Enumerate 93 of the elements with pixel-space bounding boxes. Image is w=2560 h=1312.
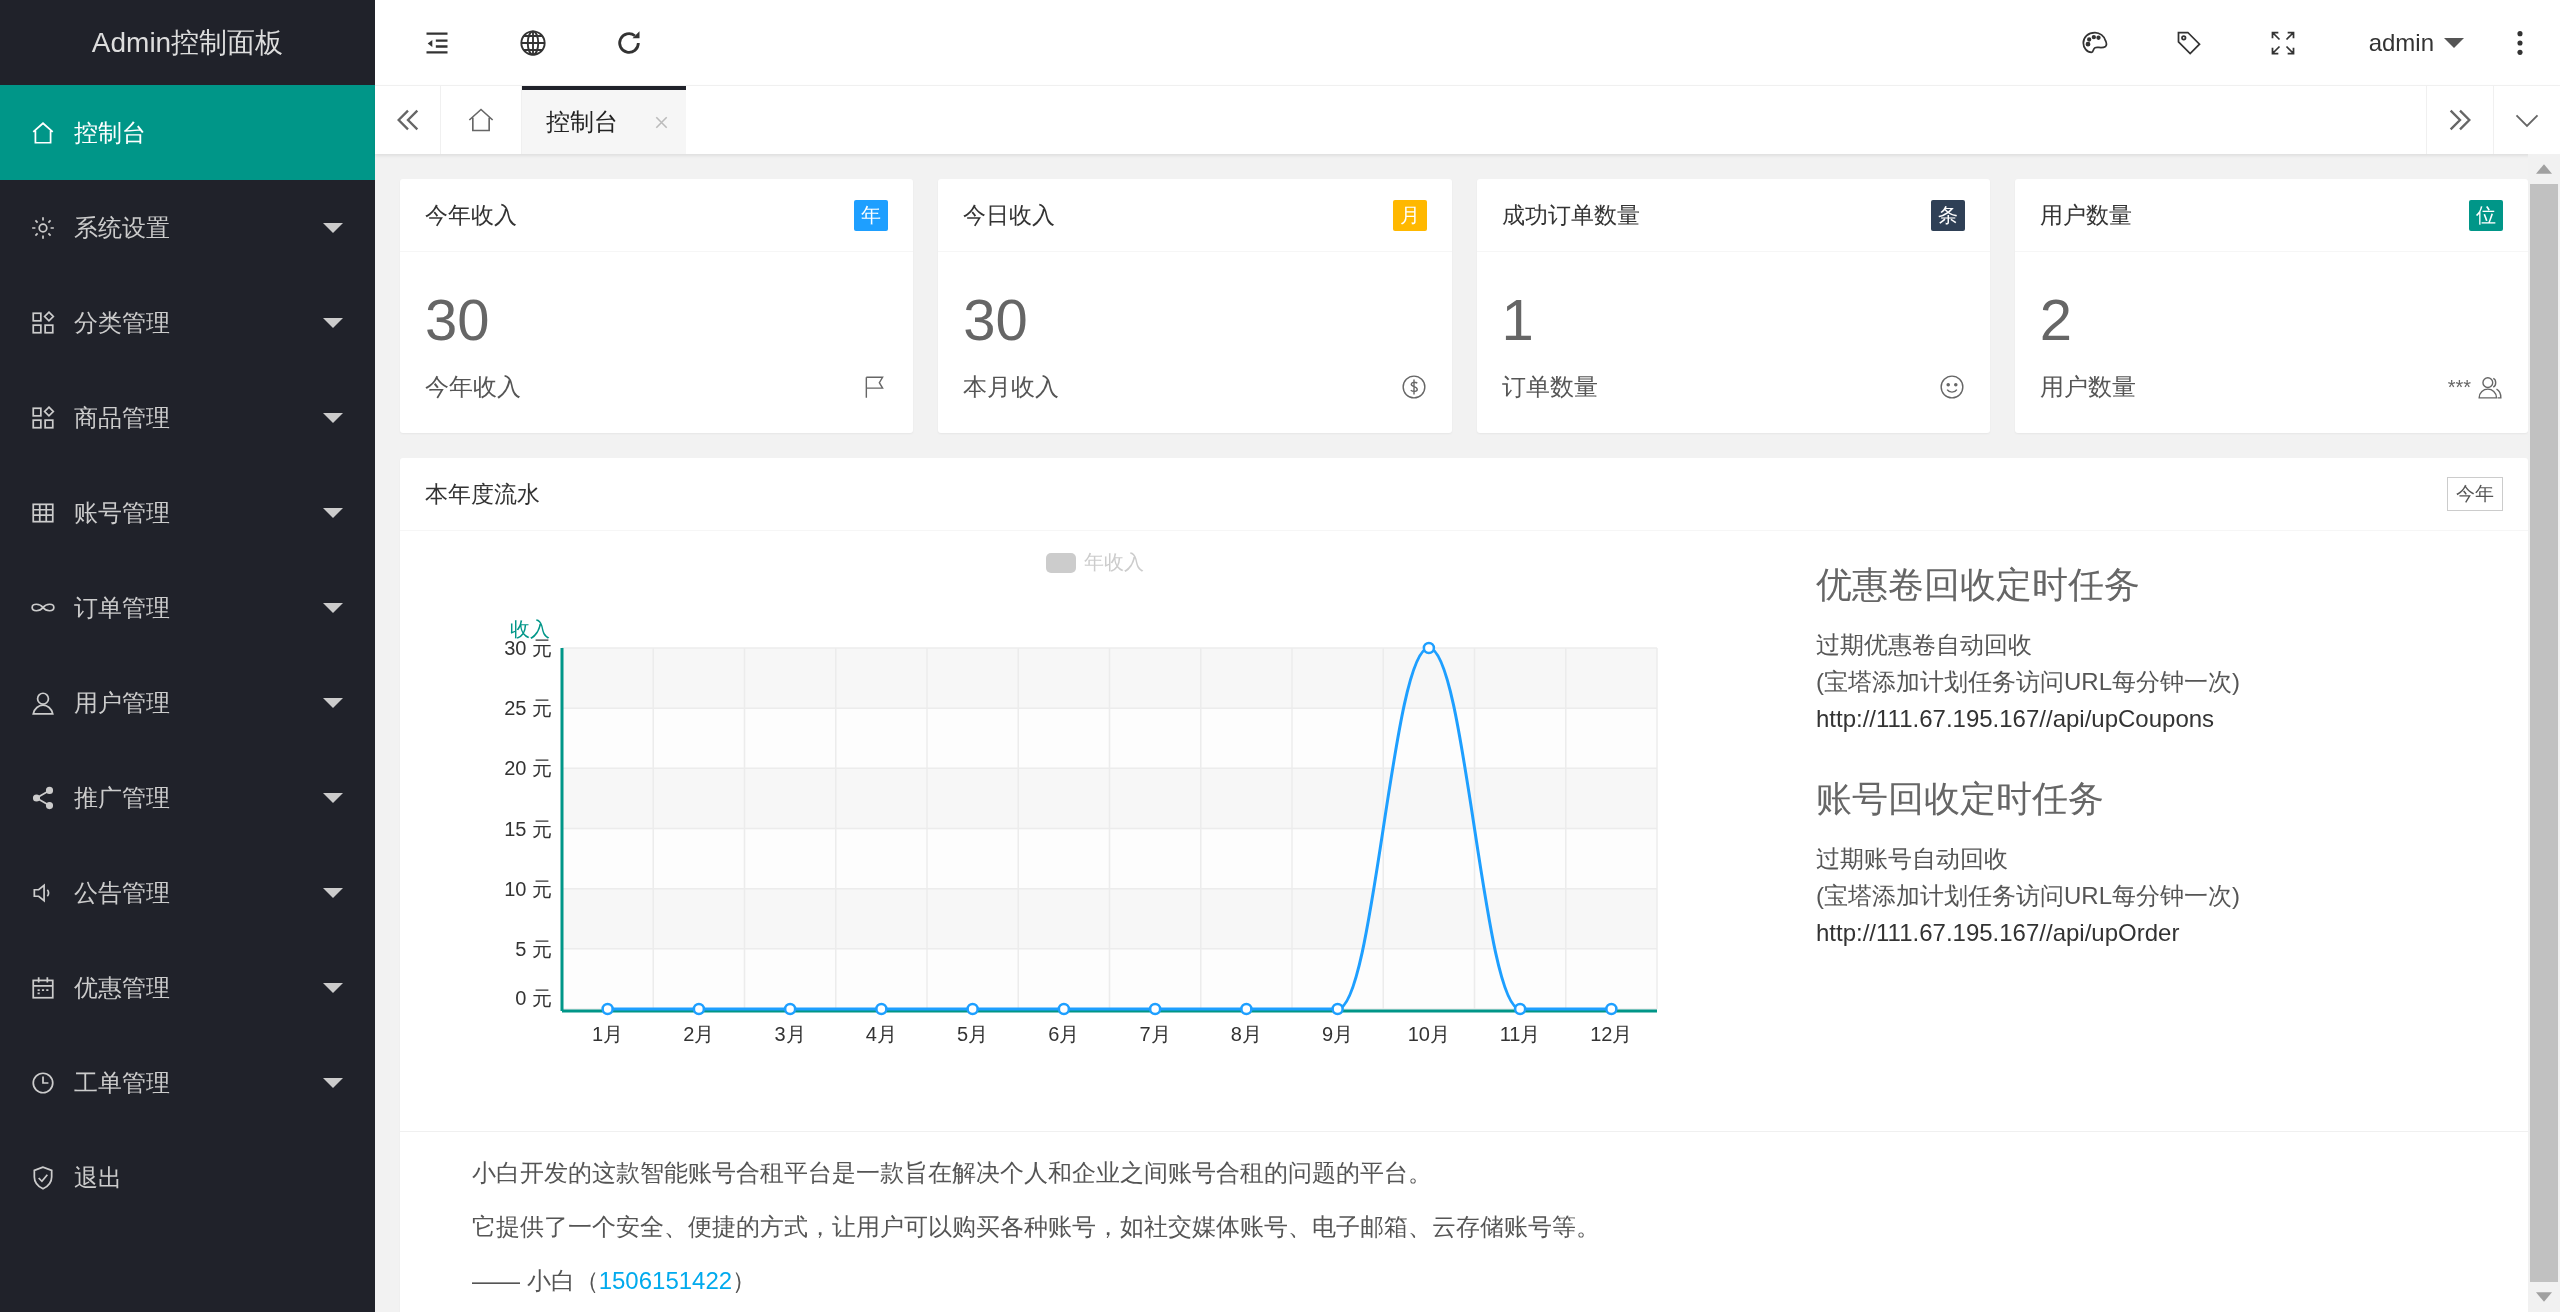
- badge: 今年: [2447, 477, 2503, 511]
- grid-icon: [30, 309, 56, 336]
- description-text: 小白开发的这款智能账号合租平台是一款旨在解决个人和企业之间账号合租的问题的平台。: [472, 1158, 1433, 1188]
- dollar-icon: [1400, 374, 1427, 400]
- signature-text: ）: [732, 1267, 757, 1294]
- task-text: (宝塔添加计划任务访问URL每分钟一次): [1816, 881, 2240, 911]
- axis-label: 5 元: [515, 937, 552, 960]
- sidebar-item[interactable]: 系统设置: [0, 180, 375, 275]
- clock-icon: [30, 1069, 56, 1096]
- axis-label: 9月: [1322, 1023, 1354, 1045]
- sidebar-item[interactable]: 优惠管理: [0, 940, 375, 1035]
- page-tab[interactable]: 控制台: [522, 86, 686, 154]
- card-title: 本年度流水: [425, 479, 540, 509]
- axis-label: 10 元: [504, 877, 552, 900]
- stat-label: 今年收入: [425, 372, 521, 402]
- sidebar-item[interactable]: 用户管理: [0, 655, 375, 750]
- globe-icon[interactable]: [519, 28, 547, 57]
- axis-label: 0 元: [515, 987, 552, 1009]
- axis-label: 10月: [1407, 1023, 1450, 1045]
- card-title: 用户数量: [2039, 200, 2132, 230]
- card-title: 今年收入: [425, 200, 517, 230]
- share-icon: [30, 784, 56, 811]
- data-point: [1331, 1002, 1344, 1016]
- stat-label: 订单数量: [1501, 372, 1598, 402]
- stat-value: 2: [2039, 286, 2073, 354]
- data-point: [783, 1002, 797, 1016]
- sidebar-item[interactable]: 推广管理: [0, 750, 375, 845]
- axis-label: 6月: [1048, 1023, 1080, 1045]
- caret-icon: [2444, 37, 2464, 48]
- stat-value: 30: [425, 286, 491, 354]
- task-title: 优惠卷回收定时任务: [1816, 563, 2141, 607]
- axis-label: 20 元: [504, 757, 552, 780]
- badge: 月: [1392, 199, 1427, 231]
- badge: 条: [1930, 199, 1965, 231]
- axis-label: 15 元: [504, 817, 552, 840]
- data-point: [692, 1002, 706, 1016]
- data-point: [601, 1002, 614, 1016]
- user-icon: [30, 689, 56, 716]
- description-text: 它提供了一个安全、便捷的方式，让用户可以购买各种账号，如社交媒体账号、电子邮箱、云存储账号等。: [472, 1212, 1601, 1242]
- refresh-icon[interactable]: [615, 28, 643, 57]
- users-icon: [2477, 374, 2503, 400]
- data-point: [1057, 1002, 1071, 1016]
- axis-label: 2月: [683, 1023, 715, 1045]
- signature-text: —— 小白（: [472, 1267, 599, 1294]
- stat-value: 1: [1501, 286, 1535, 354]
- data-point: [1240, 1002, 1253, 1016]
- sidebar-item[interactable]: 商品管理: [0, 370, 375, 465]
- user-menu[interactable]: admin: [2368, 28, 2464, 57]
- smiley-icon: [1938, 374, 1965, 400]
- stat-label: 本月收入: [963, 372, 1060, 402]
- task-text: 过期账号自动回收: [1816, 844, 2009, 874]
- axis-label: 7月: [1139, 1023, 1171, 1045]
- data-point: [1148, 1002, 1162, 1016]
- app-title: Admin控制面板: [90, 25, 285, 60]
- data-point: [966, 1002, 979, 1016]
- more-icon[interactable]: [2516, 28, 2524, 57]
- sidebar-item[interactable]: 公告管理: [0, 845, 375, 940]
- task-text: (宝塔添加计划任务访问URL每分钟一次): [1816, 667, 2240, 697]
- sidebar-item[interactable]: 控制台: [0, 85, 375, 180]
- badge: 年: [854, 199, 889, 231]
- axis-label: 5月: [957, 1023, 989, 1045]
- axis-label: 8月: [1230, 1023, 1262, 1045]
- card-title: 成功订单数量: [1501, 200, 1640, 230]
- axis-label: 11月: [1499, 1023, 1541, 1045]
- data-point: [875, 1002, 888, 1016]
- task-title: 账号回收定时任务: [1816, 777, 2105, 821]
- sidebar-item[interactable]: 订单管理: [0, 560, 375, 655]
- shield-icon: [30, 1164, 56, 1191]
- task-text: http://111.67.195.167//api/upCoupons: [1816, 704, 2216, 734]
- data-point: [1605, 1002, 1618, 1016]
- settings-icon: [30, 214, 56, 241]
- grid-icon: [30, 404, 56, 431]
- badge: 位: [2469, 199, 2503, 231]
- sidebar-item[interactable]: 退出: [0, 1130, 375, 1225]
- sidebar-item[interactable]: 工单管理: [0, 1035, 375, 1130]
- stat-value: 30: [963, 286, 1029, 354]
- task-text: 过期优惠卷自动回收: [1816, 630, 2033, 660]
- task-text: http://111.67.195.167//api/upOrder: [1816, 918, 2181, 948]
- sidebar-item[interactable]: 分类管理: [0, 275, 375, 370]
- data-point: [1513, 1002, 1527, 1016]
- stat-label: 用户数量: [2039, 372, 2136, 402]
- home-icon: [467, 106, 495, 134]
- axis-label: 3月: [774, 1023, 806, 1045]
- axis-label: 25 元: [504, 697, 552, 720]
- infinity-icon: [30, 601, 56, 614]
- axis-label: 12月: [1590, 1023, 1633, 1045]
- axis-title: 收入: [510, 618, 550, 640]
- axis-label: 4月: [865, 1023, 897, 1045]
- sidebar-item[interactable]: 账号管理: [0, 465, 375, 560]
- card-title: 今日收入: [963, 200, 1056, 230]
- calendar-icon: [30, 974, 56, 1001]
- masked-text: ***: [2447, 375, 2471, 399]
- axis-label: 1月: [592, 1023, 624, 1045]
